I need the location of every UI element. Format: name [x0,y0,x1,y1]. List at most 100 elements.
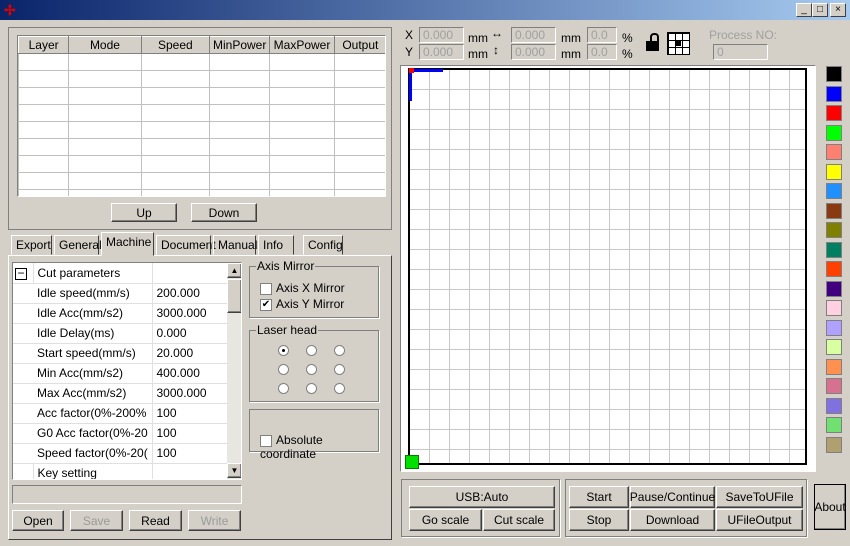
table-row[interactable] [18,53,385,71]
tab-config[interactable]: Config [303,235,343,255]
maximize-button[interactable]: □ [812,3,828,17]
height-field[interactable]: 0.000 [511,44,556,60]
color-swatch[interactable] [826,319,842,336]
parameter-row[interactable]: G0 Acc factor(0%-20 100 [13,423,228,444]
color-swatch[interactable] [826,358,842,375]
tab-general[interactable]: General [54,235,102,255]
read-button[interactable]: Read [129,510,182,531]
table-row[interactable] [18,138,385,156]
tab-manual[interactable]: Manual [213,235,257,255]
column-header[interactable]: Output [333,36,385,54]
cut-scale-button[interactable]: Cut scale [483,509,555,531]
parameter-row[interactable]: Max Acc(mm/s2) 3000.000 [13,383,228,404]
color-swatch[interactable] [826,124,842,141]
axis-x-mirror-checkbox[interactable]: Axis X Mirror [260,281,345,295]
color-swatch[interactable] [826,222,842,238]
download-button[interactable]: Download [630,509,715,531]
parameter-value[interactable]: 100 [152,403,228,424]
color-swatch[interactable] [826,144,842,160]
parameter-value[interactable]: 200.000 [152,283,228,304]
color-swatch[interactable] [826,436,842,453]
laser-head-radio[interactable] [278,345,289,356]
parameter-value[interactable]: 100 [152,443,228,464]
scroll-down-icon[interactable]: ▼ [227,463,241,478]
save-button[interactable]: Save [70,510,123,531]
parameter-value[interactable]: 3000.000 [152,383,228,404]
parameter-row[interactable]: Idle Delay(ms) 0.000 [13,323,228,344]
table-row[interactable] [18,70,385,88]
minimize-button[interactable]: _ [796,3,812,17]
laser-head-radio[interactable] [334,345,345,356]
scroll-up-icon[interactable]: ▲ [227,263,241,278]
parameter-row[interactable]: Idle speed(mm/s) 200.000 [13,283,228,304]
lock-icon[interactable] [646,33,660,53]
color-swatch[interactable] [826,202,842,219]
up-button[interactable]: Up [111,203,177,222]
write-button[interactable]: Write [188,510,241,531]
x-field[interactable]: 0.000 [419,27,464,43]
tab-document[interactable]: Document [156,235,216,255]
color-swatch[interactable] [826,85,842,102]
collapse-icon[interactable]: − [15,267,27,280]
parameter-row[interactable]: Min Acc(mm/s2) 400.000 [13,363,228,384]
parameter-row[interactable]: Acc factor(0%-200% 100 [13,403,228,424]
go-scale-button[interactable]: Go scale [409,509,482,531]
color-swatch[interactable] [826,397,842,414]
laser-head-radio[interactable] [278,383,289,394]
y-field[interactable]: 0.000 [419,44,464,60]
column-header[interactable]: Mode [68,36,142,54]
parameter-value[interactable]: 100 [152,423,228,444]
tree-group-row[interactable]: − Cut parameters [13,263,228,284]
layer-table[interactable]: Layer Mode Speed MinPower MaxPower Output [17,35,386,197]
absolute-coordinate-checkbox[interactable]: Absolute coordinate [260,433,378,461]
pause-continue-button[interactable]: Pause/Continue [630,486,715,508]
tab-info[interactable]: Info [258,235,294,255]
column-header[interactable]: Layer [18,36,70,54]
table-row[interactable] [18,172,385,190]
color-swatch[interactable] [826,183,842,199]
color-swatch[interactable] [826,261,842,277]
tab-export[interactable]: Export [11,235,52,255]
laser-head-radio[interactable] [334,383,345,394]
column-header[interactable]: MaxPower [269,36,335,54]
scrollbar[interactable]: ▲ ▼ [227,263,241,479]
ufile-output-button[interactable]: UFileOutput [716,509,803,531]
parameter-row[interactable]: Start speed(mm/s) 20.000 [13,343,228,364]
process-field[interactable]: 0 [713,44,768,60]
scroll-thumb[interactable] [227,279,241,313]
open-button[interactable]: Open [12,510,64,531]
laser-head-radio[interactable] [306,364,317,375]
laser-head-radio[interactable] [306,345,317,356]
color-swatch[interactable] [826,300,842,316]
table-row[interactable] [18,155,385,173]
parameter-value[interactable]: 400.000 [152,363,228,384]
table-row[interactable] [18,189,385,196]
tab-machine[interactable]: Machine [101,232,154,256]
canvas[interactable] [400,65,816,472]
down-button[interactable]: Down [191,203,257,222]
table-row[interactable] [18,121,385,139]
save-to-ufile-button[interactable]: SaveToUFile [716,486,803,508]
color-swatch[interactable] [826,66,842,82]
color-swatch[interactable] [826,417,842,433]
work-area[interactable] [408,68,807,465]
table-row[interactable] [18,104,385,122]
axis-y-mirror-checkbox[interactable]: ✔ Axis Y Mirror [260,297,344,311]
laser-head-radio[interactable] [278,364,289,375]
start-button[interactable]: Start [569,486,629,508]
parameter-value[interactable]: 20.000 [152,343,228,364]
parameter-row[interactable]: Idle Acc(mm/s2) 3000.000 [13,303,228,324]
column-header[interactable]: MinPower [209,36,271,54]
parameter-value[interactable]: 0.000 [152,323,228,344]
usb-button[interactable]: USB:Auto [409,486,555,508]
anchor-grid-icon[interactable] [667,32,690,55]
width-field[interactable]: 0.000 [511,27,556,43]
stop-button[interactable]: Stop [569,509,629,531]
color-swatch[interactable] [826,280,842,297]
close-button[interactable]: × [830,3,846,17]
about-button[interactable]: About [814,484,846,530]
table-row[interactable] [18,87,385,105]
scale-x-field[interactable]: 0.0 [587,27,617,43]
key-setting-label[interactable]: Key setting [33,463,153,479]
scale-y-field[interactable]: 0.0 [587,44,617,60]
